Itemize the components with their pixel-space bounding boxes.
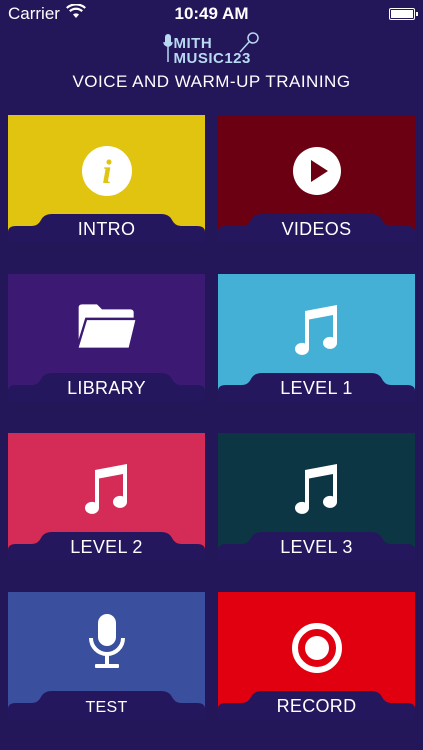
logo-line1: MITH	[173, 35, 213, 52]
folder-icon	[77, 296, 137, 356]
record-button[interactable]: RECORD	[218, 592, 415, 719]
app-logo: MITH MUSIC123	[0, 30, 423, 70]
videos-button[interactable]: VIDEOS	[218, 115, 415, 242]
record-label: RECORD	[276, 696, 357, 716]
level-1-label: LEVEL 1	[280, 378, 353, 398]
tab: INTRO	[8, 214, 205, 242]
tab: VIDEOS	[218, 214, 415, 242]
tab: LEVEL 2	[8, 532, 205, 560]
library-label: LIBRARY	[67, 378, 146, 398]
record-icon	[287, 618, 347, 678]
tab: LEVEL 1	[218, 373, 415, 401]
music-note-icon	[77, 459, 137, 519]
play-icon	[287, 141, 347, 201]
level-2-label: LEVEL 2	[70, 537, 143, 557]
tab: TEST	[8, 691, 205, 719]
library-button[interactable]: LIBRARY	[8, 274, 205, 401]
carrier-label: Carrier	[8, 4, 60, 23]
battery-icon	[389, 8, 418, 20]
intro-button[interactable]: i INTRO	[8, 115, 205, 242]
level-3-button[interactable]: LEVEL 3	[218, 433, 415, 560]
level-2-button[interactable]: LEVEL 2	[8, 433, 205, 560]
music-note-icon	[287, 300, 347, 360]
svg-text:i: i	[102, 154, 112, 191]
level-3-label: LEVEL 3	[280, 537, 353, 557]
tab: LEVEL 3	[218, 532, 415, 560]
tab: LIBRARY	[8, 373, 205, 401]
music-note-icon	[287, 459, 347, 519]
level-1-button[interactable]: LEVEL 1	[218, 274, 415, 401]
tab: RECORD	[218, 691, 415, 719]
intro-label: INTRO	[77, 219, 136, 239]
logo-microphone-icon	[238, 32, 259, 53]
info-icon: i	[77, 141, 137, 201]
page-title: VOICE AND WARM-UP TRAINING	[72, 72, 351, 91]
videos-label: VIDEOS	[281, 219, 352, 239]
test-label: TEST	[85, 699, 128, 716]
test-button[interactable]: TEST	[8, 592, 205, 719]
status-bar: Carrier 10:49 AM	[0, 0, 423, 28]
microphone-icon	[77, 612, 137, 672]
status-left: Carrier	[8, 3, 86, 24]
wifi-icon	[66, 3, 86, 24]
